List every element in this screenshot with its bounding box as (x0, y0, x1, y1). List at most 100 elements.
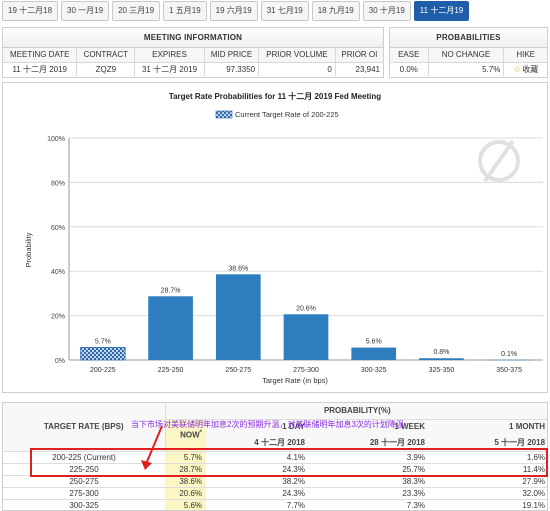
bar (419, 358, 464, 360)
now-cell: 20.6% (165, 487, 206, 500)
one-day-cell: 24.3% (206, 487, 309, 500)
one-month-cell: 1.6% (429, 451, 547, 464)
bar-value-label: 0.1% (501, 351, 517, 358)
x-tick-label: 300-325 (361, 367, 387, 374)
target-rate-cell: 225-250 (3, 463, 165, 476)
one-month-cell: 32.0% (429, 487, 547, 500)
hike-value: ☆ 收藏 (504, 62, 547, 76)
tab-8[interactable]: 11 十二月19 (413, 1, 470, 21)
bar-value-label: 0.8% (433, 349, 449, 356)
one-week-cell: 23.3% (309, 487, 429, 500)
chart-title: Target Rate Probabilities for 11 十二月 201… (169, 91, 381, 101)
x-tick-label: 350-375 (496, 367, 522, 374)
star-icon: ☆ (513, 63, 522, 74)
ease-value: 0.0% (390, 62, 429, 76)
meeting-information-table: MEETING DATE CONTRACT EXPIRES MID PRICE … (3, 48, 383, 76)
meeting-date-value: 11 十二月 2019 (3, 62, 78, 76)
table-row: 200-225 (Current) 5.7% 4.1% 3.9% 1.6% (3, 451, 547, 464)
header-meeting-date: MEETING DATE (3, 48, 78, 63)
header-prior-oi: PRIOR OI (335, 48, 383, 63)
one-week-cell: 3.9% (309, 451, 429, 464)
one-day-cell: 24.3% (206, 463, 309, 476)
annotation-text: 当下市场对美联储明年加息2次的预期升温，对美联储明年加息3次的计划降温 (131, 420, 404, 429)
x-tick-label: 225-250 (158, 367, 184, 374)
header-hike: HIKE (503, 48, 547, 63)
one-week-cell: 38.3% (309, 475, 429, 488)
one-day-cell: 4.1% (206, 451, 309, 464)
follow-label: 收藏 (522, 64, 539, 74)
mid-price-value: 97.3350 (204, 62, 260, 76)
probability-table-panel: TARGET RATE (BPS) PROBABILITY(%) NOW* 1 … (2, 402, 548, 511)
tab-5[interactable]: 31 七月19 (260, 1, 309, 21)
bar (215, 274, 261, 360)
bar (148, 296, 193, 360)
one-week-date: 28 十一月 2018 (309, 433, 429, 452)
y-tick-label: 20% (51, 314, 65, 321)
one-month-header: 1 MONTH (429, 419, 547, 434)
y-tick-label: 80% (51, 180, 65, 187)
probabilities-table: EASE NO CHANGE HIKE 0.0% 5.7% ☆ 收藏 (390, 48, 547, 76)
target-rate-cell: 250-275 (3, 475, 165, 488)
meeting-date-tabs: 19 十二月18 30 一月19 20 三月19 1 五月19 19 六月19 31 七月… (0, 0, 550, 22)
one-day-cell: 38.2% (206, 475, 309, 488)
target-rate-cell: 300-325 (3, 499, 165, 510)
header-contract: CONTRACT (76, 48, 136, 63)
meeting-information-title: MEETING INFORMATION (3, 28, 383, 48)
prior-oi-value: 23,941 (355, 64, 380, 74)
one-month-cell: 27.9% (429, 475, 547, 488)
now-cell: 28.7% (165, 463, 206, 476)
y-tick-label: 100% (47, 136, 65, 143)
target-rate-cell: 200-225 (Current) (3, 451, 165, 464)
bar (351, 347, 397, 360)
bar (486, 359, 532, 361)
table-row: 225-250 28.7% 24.3% 25.7% 11.4% (3, 463, 547, 476)
one-week-cell: 7.3% (309, 499, 429, 510)
prior-volume-value: 0 (258, 62, 336, 76)
legend-label: Current Target Rate of 200-225 (235, 110, 339, 119)
bar-value-label: 20.6% (296, 305, 316, 312)
header-prior-volume: PRIOR VOLUME (258, 48, 336, 63)
x-tick-label: 250-275 (225, 367, 251, 374)
target-rate-cell: 275-300 (3, 487, 165, 500)
one-week-cell: 25.7% (309, 463, 429, 476)
tab-1[interactable]: 30 一月19 (61, 1, 110, 21)
bar (80, 347, 126, 361)
header-expires: EXPIRES (134, 48, 205, 63)
one-day-cell: 7.7% (206, 499, 309, 510)
one-month-date: 5 十一月 2018 (429, 433, 547, 452)
table-row: 250-275 38.6% 38.2% 38.3% 27.9% (3, 475, 547, 488)
contract-value: ZQZ9 (76, 62, 136, 76)
tab-0[interactable]: 19 十二月18 (2, 1, 59, 21)
table-row: 275-300 20.6% 24.3% 23.3% 32.0% (3, 487, 547, 500)
tab-4[interactable]: 19 六月19 (209, 1, 258, 21)
y-tick-label: 60% (51, 225, 65, 232)
one-month-cell: 11.4% (429, 463, 547, 476)
y-tick-label: 0% (55, 358, 65, 365)
tab-2[interactable]: 20 三月19 (112, 1, 161, 21)
x-tick-label: 275-300 (293, 367, 319, 374)
one-month-cell: 19.1% (429, 499, 547, 510)
target-rate-chart: Target Rate Probabilities for 11 十二月 201… (24, 91, 543, 385)
tab-6[interactable]: 18 九月19 (311, 1, 360, 21)
x-tick-label: 200-225 (90, 367, 116, 374)
y-tick-label: 40% (51, 269, 65, 276)
header-mid-price: MID PRICE (204, 48, 260, 63)
x-tick-label: 325-350 (429, 367, 455, 374)
now-cell: 5.6% (165, 499, 206, 510)
follow-button[interactable]: ☆ 收藏 (513, 64, 538, 75)
x-axis-label: Target Rate (in bps) (262, 376, 328, 385)
tab-3[interactable]: 1 五月19 (163, 1, 207, 21)
probabilities-panel: PROBABILITIES EASE NO CHANGE HIKE 0.0% 5… (389, 27, 548, 78)
y-axis-label: Probability (24, 232, 33, 267)
bar-value-label: 5.7% (95, 338, 111, 345)
bar-value-label: 5.6% (366, 339, 382, 346)
bar-value-label: 28.7% (161, 287, 181, 294)
meeting-information-panel: MEETING INFORMATION MEETING DATE CONTRAC… (2, 27, 384, 78)
bar-value-label: 38.6% (228, 265, 248, 272)
probability-header: PROBABILITY(%) (165, 403, 547, 420)
now-cell: 5.7% (165, 451, 206, 464)
probabilities-title: PROBABILITIES (390, 28, 547, 48)
tab-7[interactable]: 30 十月19 (362, 1, 411, 21)
chart-panel: Target Rate Probabilities for 11 十二月 201… (2, 82, 548, 393)
one-day-date: 4 十二月 2018 (206, 433, 309, 452)
